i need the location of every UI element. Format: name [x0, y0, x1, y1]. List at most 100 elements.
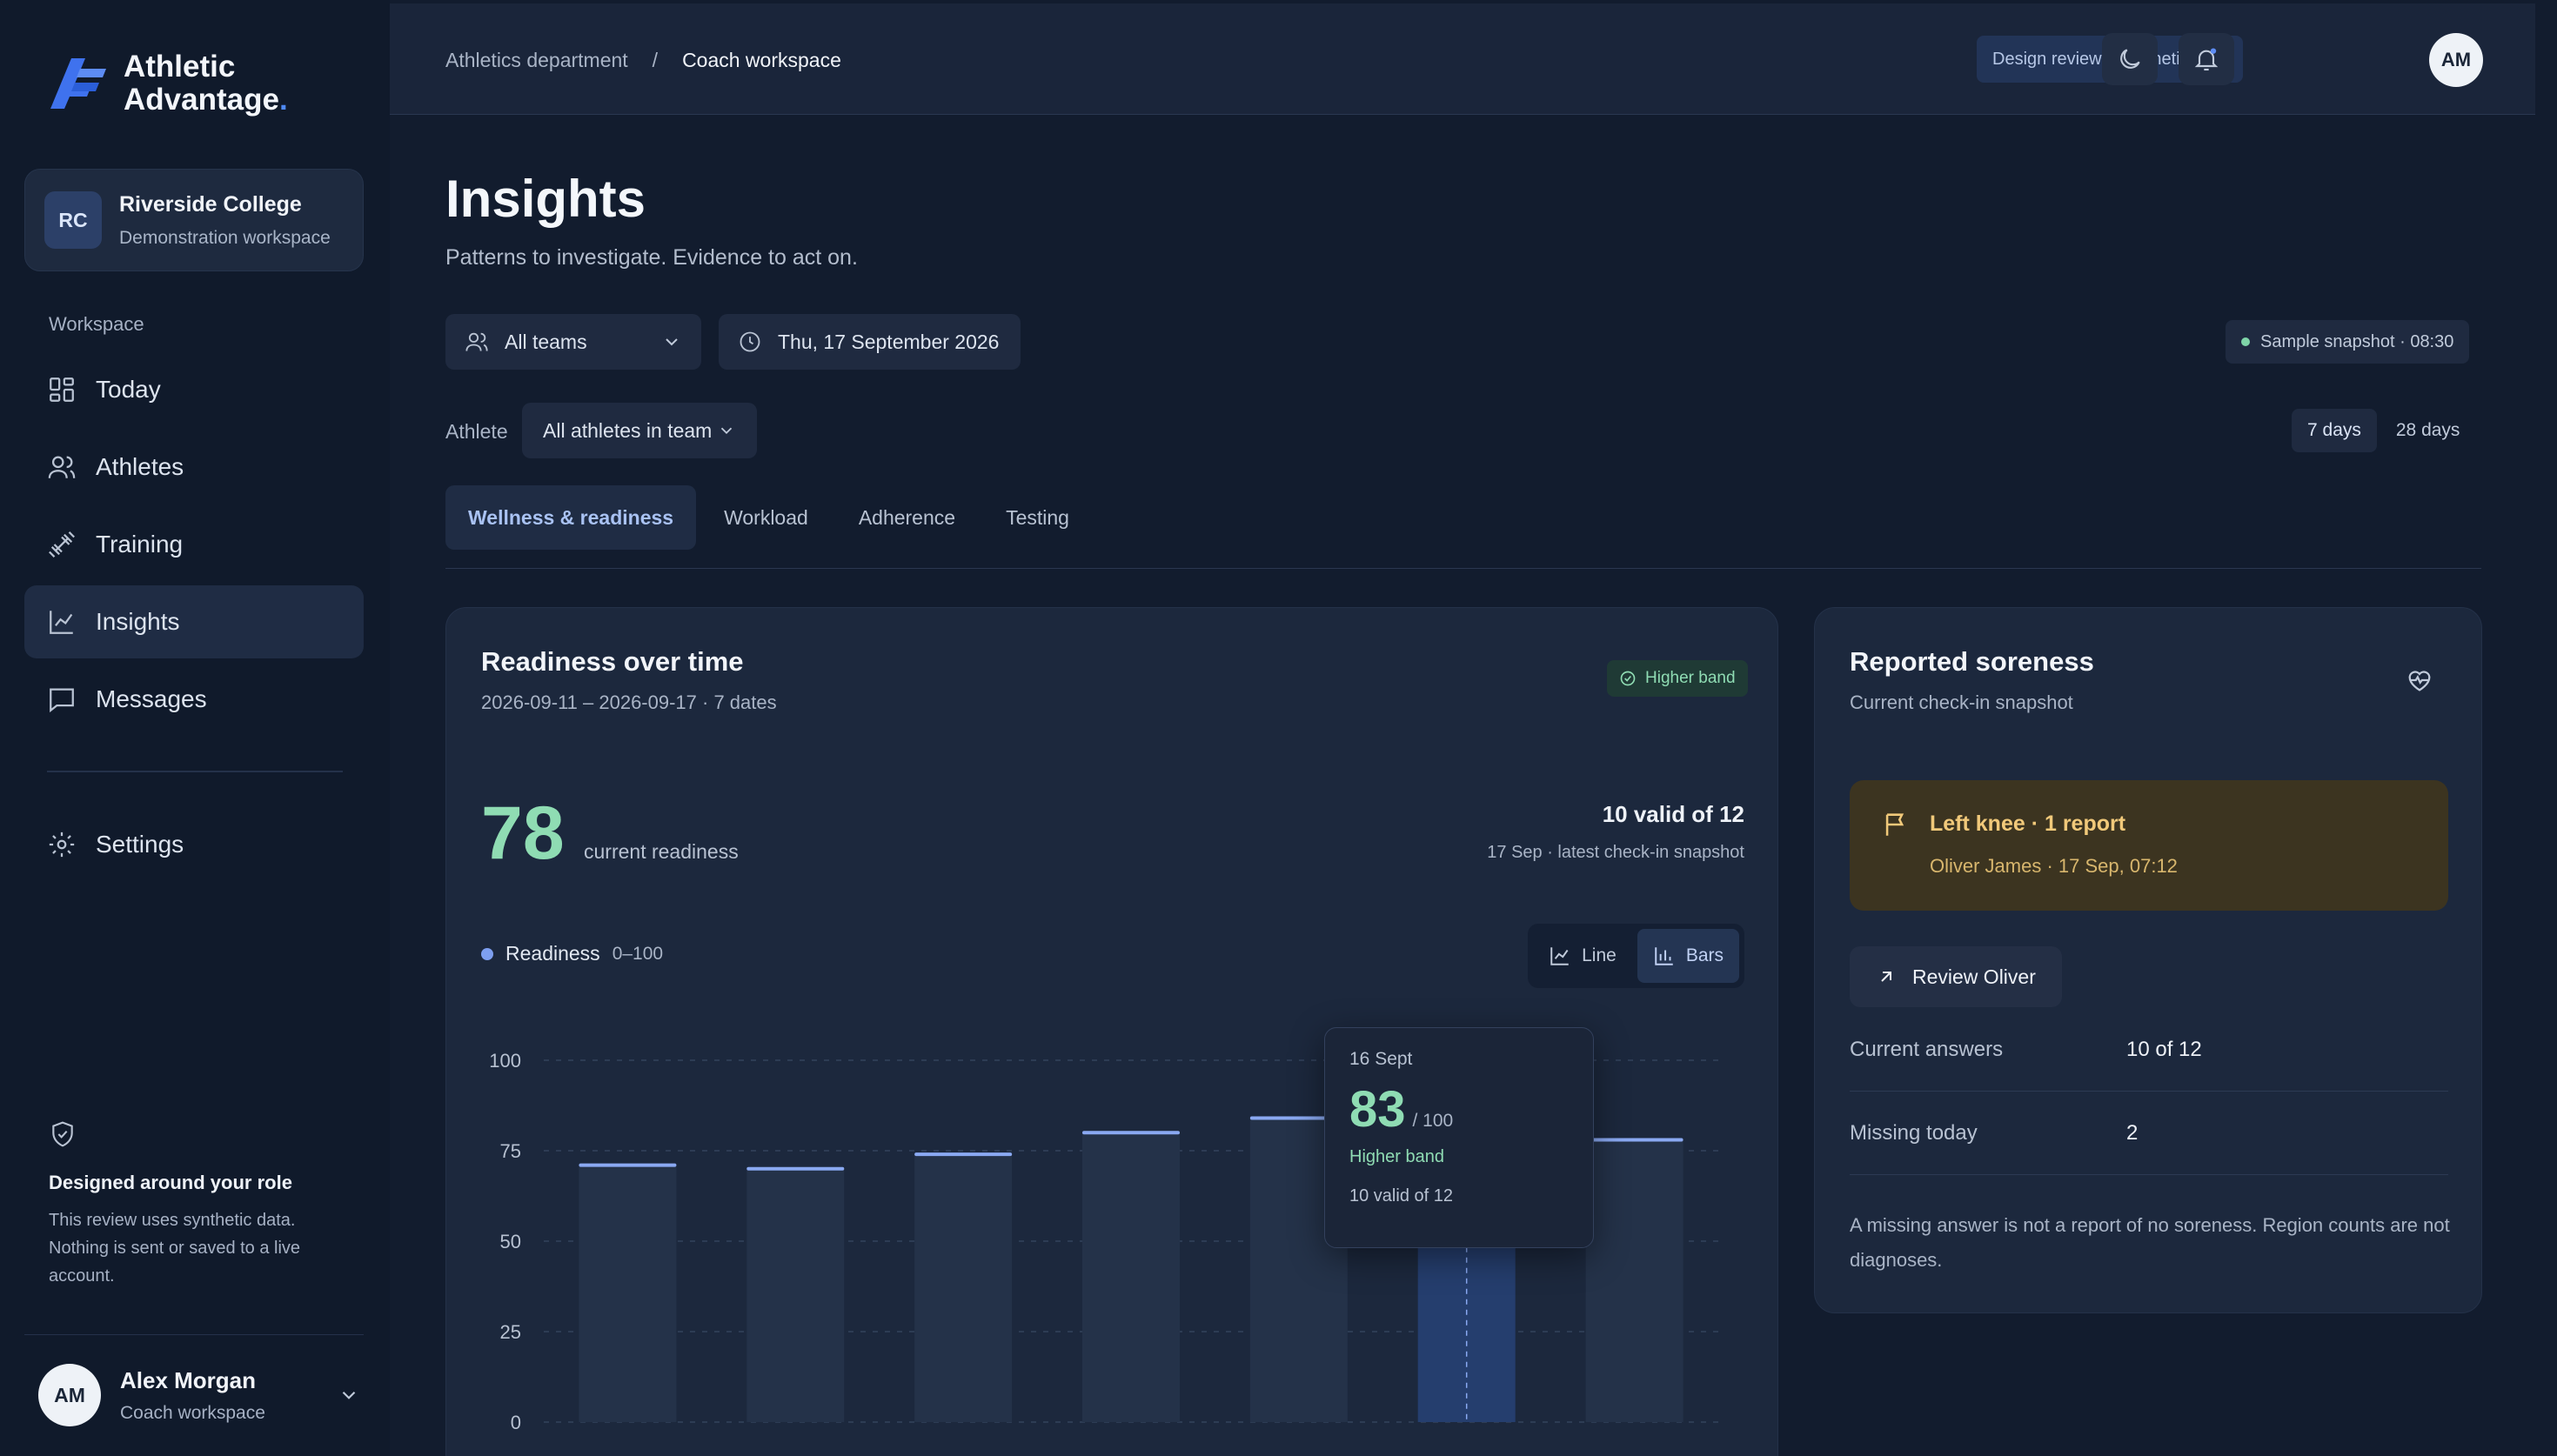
- notifications-button[interactable]: [2179, 33, 2234, 85]
- range-28-days[interactable]: 28 days: [2380, 409, 2476, 452]
- users-icon: [48, 456, 76, 478]
- chart-bar: [1082, 1132, 1180, 1422]
- sidebar-item-athletes[interactable]: Athletes: [24, 431, 364, 504]
- breadcrumb-separator: /: [652, 49, 659, 71]
- chart-bar: [914, 1154, 1013, 1422]
- y-tick-label: 25: [500, 1321, 521, 1343]
- sidebar-item-label: Training: [96, 531, 184, 558]
- breadcrumb-department[interactable]: Athletics department: [445, 49, 628, 72]
- sidebar-nav: Today Athletes Training Insights Message…: [24, 353, 364, 740]
- sidebar-item-messages[interactable]: Messages: [24, 663, 364, 736]
- row-key: Missing today: [1850, 1120, 1978, 1145]
- tooltip-valid: 10 valid of 12: [1349, 1186, 1453, 1206]
- sidebar-divider: [47, 771, 343, 772]
- flag-icon: [1885, 813, 1904, 836]
- arrow-up-right-icon: [1881, 972, 1891, 982]
- bar-cap: [746, 1166, 845, 1171]
- tooltip-max: / 100: [1412, 1111, 1454, 1131]
- sidebar-item-training[interactable]: Training: [24, 508, 364, 581]
- theme-toggle-button[interactable]: [2102, 33, 2158, 85]
- sidebar-item-label: Messages: [96, 685, 207, 712]
- line-view-label: Line: [1582, 945, 1617, 965]
- bar-cap: [914, 1152, 1013, 1157]
- breadcrumb: Athletics department / Coach workspace: [445, 49, 841, 72]
- brand-mark-icon: [50, 58, 106, 109]
- current-answers-row: Current answers 10 of 12: [1850, 1008, 2448, 1092]
- sidebar-item-label: Athletes: [96, 453, 184, 480]
- y-tick-label: 100: [489, 1050, 521, 1072]
- sidebar-item-label: Insights: [96, 608, 180, 635]
- clock-icon: [740, 331, 760, 352]
- sidebar-settings: Settings: [24, 808, 364, 885]
- alert-title: Left knee · 1 report: [1930, 811, 2126, 836]
- soreness-alert[interactable]: Left knee · 1 report Oliver James · 17 S…: [1850, 780, 2448, 911]
- org-switcher[interactable]: RC Riverside College Demonstration works…: [24, 169, 364, 271]
- brand-line-2: Advantage: [124, 83, 279, 117]
- athlete-select-value: All athletes in team: [543, 418, 713, 442]
- sidebar-item-settings[interactable]: Settings: [24, 808, 364, 881]
- date-picker[interactable]: Thu, 17 September 2026: [719, 314, 1021, 370]
- breadcrumb-current: Coach workspace: [682, 49, 841, 71]
- tooltip-date: 16 Sept: [1349, 1049, 1413, 1069]
- legend-label: Readiness: [505, 942, 600, 965]
- avatar[interactable]: AM: [2429, 33, 2483, 87]
- soreness-subtitle: Current check-in snapshot: [1850, 691, 2073, 713]
- current-readiness-value: 78: [481, 791, 565, 875]
- chart-bar: [746, 1168, 845, 1422]
- role-text: This review uses synthetic data. Nothing…: [49, 1211, 301, 1286]
- org-name: Riverside College: [119, 191, 302, 217]
- chevron-down-icon[interactable]: [338, 1384, 360, 1406]
- role-title: Designed around your role: [49, 1172, 292, 1193]
- sidebar-item-today[interactable]: Today: [24, 353, 364, 426]
- sidebar-item-insights[interactable]: Insights: [24, 585, 364, 658]
- avatar: AM: [38, 1364, 101, 1426]
- review-button-label: Review Oliver: [1912, 965, 2036, 988]
- band-badge-label: Higher band: [1645, 669, 1736, 687]
- user-menu[interactable]: AM Alex Morgan Coach workspace: [38, 1364, 360, 1426]
- band-badge: Higher band: [1607, 660, 1748, 697]
- readiness-date-range: 2026-09-11 – 2026-09-17 · 7 dates: [481, 691, 777, 713]
- brand-dot: .: [278, 83, 288, 117]
- tab-testing[interactable]: Testing: [983, 485, 1092, 550]
- tab-workload[interactable]: Workload: [701, 485, 831, 550]
- review-athlete-button[interactable]: Review Oliver: [1850, 946, 2062, 1007]
- range-selector: 7 days 28 days: [2292, 409, 2475, 452]
- bars-view-button[interactable]: Bars: [1637, 929, 1739, 983]
- tab-adherence[interactable]: Adherence: [836, 485, 978, 550]
- bar-cap: [1082, 1131, 1180, 1135]
- page-title: Insights: [445, 170, 646, 228]
- moon-icon: [2120, 49, 2140, 69]
- missing-today-row: Missing today 2: [1850, 1092, 2448, 1175]
- check-circle-icon: [1620, 671, 1636, 686]
- grid-icon: [50, 377, 74, 402]
- line-view-button[interactable]: Line: [1533, 929, 1632, 983]
- tab-wellness-readiness[interactable]: Wellness & readiness: [445, 485, 697, 550]
- user-name: Alex Morgan: [120, 1366, 257, 1393]
- tooltip-band: Higher band: [1349, 1147, 1444, 1166]
- org-avatar: RC: [44, 191, 102, 249]
- bar-chart-icon: [1655, 947, 1673, 965]
- topbar: Athletics department / Coach workspace D…: [390, 3, 2535, 115]
- heart-pulse-icon: [2408, 671, 2431, 691]
- page-subtitle: Patterns to investigate. Evidence to act…: [445, 245, 858, 270]
- brand-line-1: Athletic: [124, 50, 236, 83]
- snapshot-badge: Sample snapshot · 08:30: [2226, 320, 2470, 364]
- range-7-days[interactable]: 7 days: [2292, 409, 2377, 452]
- insight-tabs: Wellness & readiness Workload Adherence …: [445, 485, 1092, 550]
- brand-logo[interactable]: Athletic Advantage.: [45, 50, 288, 117]
- y-tick-label: 50: [500, 1231, 521, 1252]
- athlete-select[interactable]: All athletes in team: [522, 403, 757, 458]
- team-select-value: All teams: [505, 330, 587, 353]
- tabs-divider: [445, 568, 2481, 569]
- users-icon: [465, 332, 488, 351]
- shield-check-icon: [52, 1121, 73, 1147]
- team-select[interactable]: All teams: [445, 314, 701, 370]
- legend-range: 0–100: [612, 943, 664, 964]
- tooltip-value: 83: [1349, 1081, 1406, 1138]
- readiness-title: Readiness over time: [481, 646, 744, 677]
- line-chart-icon: [1550, 947, 1569, 965]
- valid-count: 10 valid of 12: [1602, 801, 1744, 827]
- dumbbell-icon: [49, 531, 75, 558]
- soreness-title: Reported soreness: [1850, 646, 2094, 677]
- chart-bar: [579, 1165, 677, 1422]
